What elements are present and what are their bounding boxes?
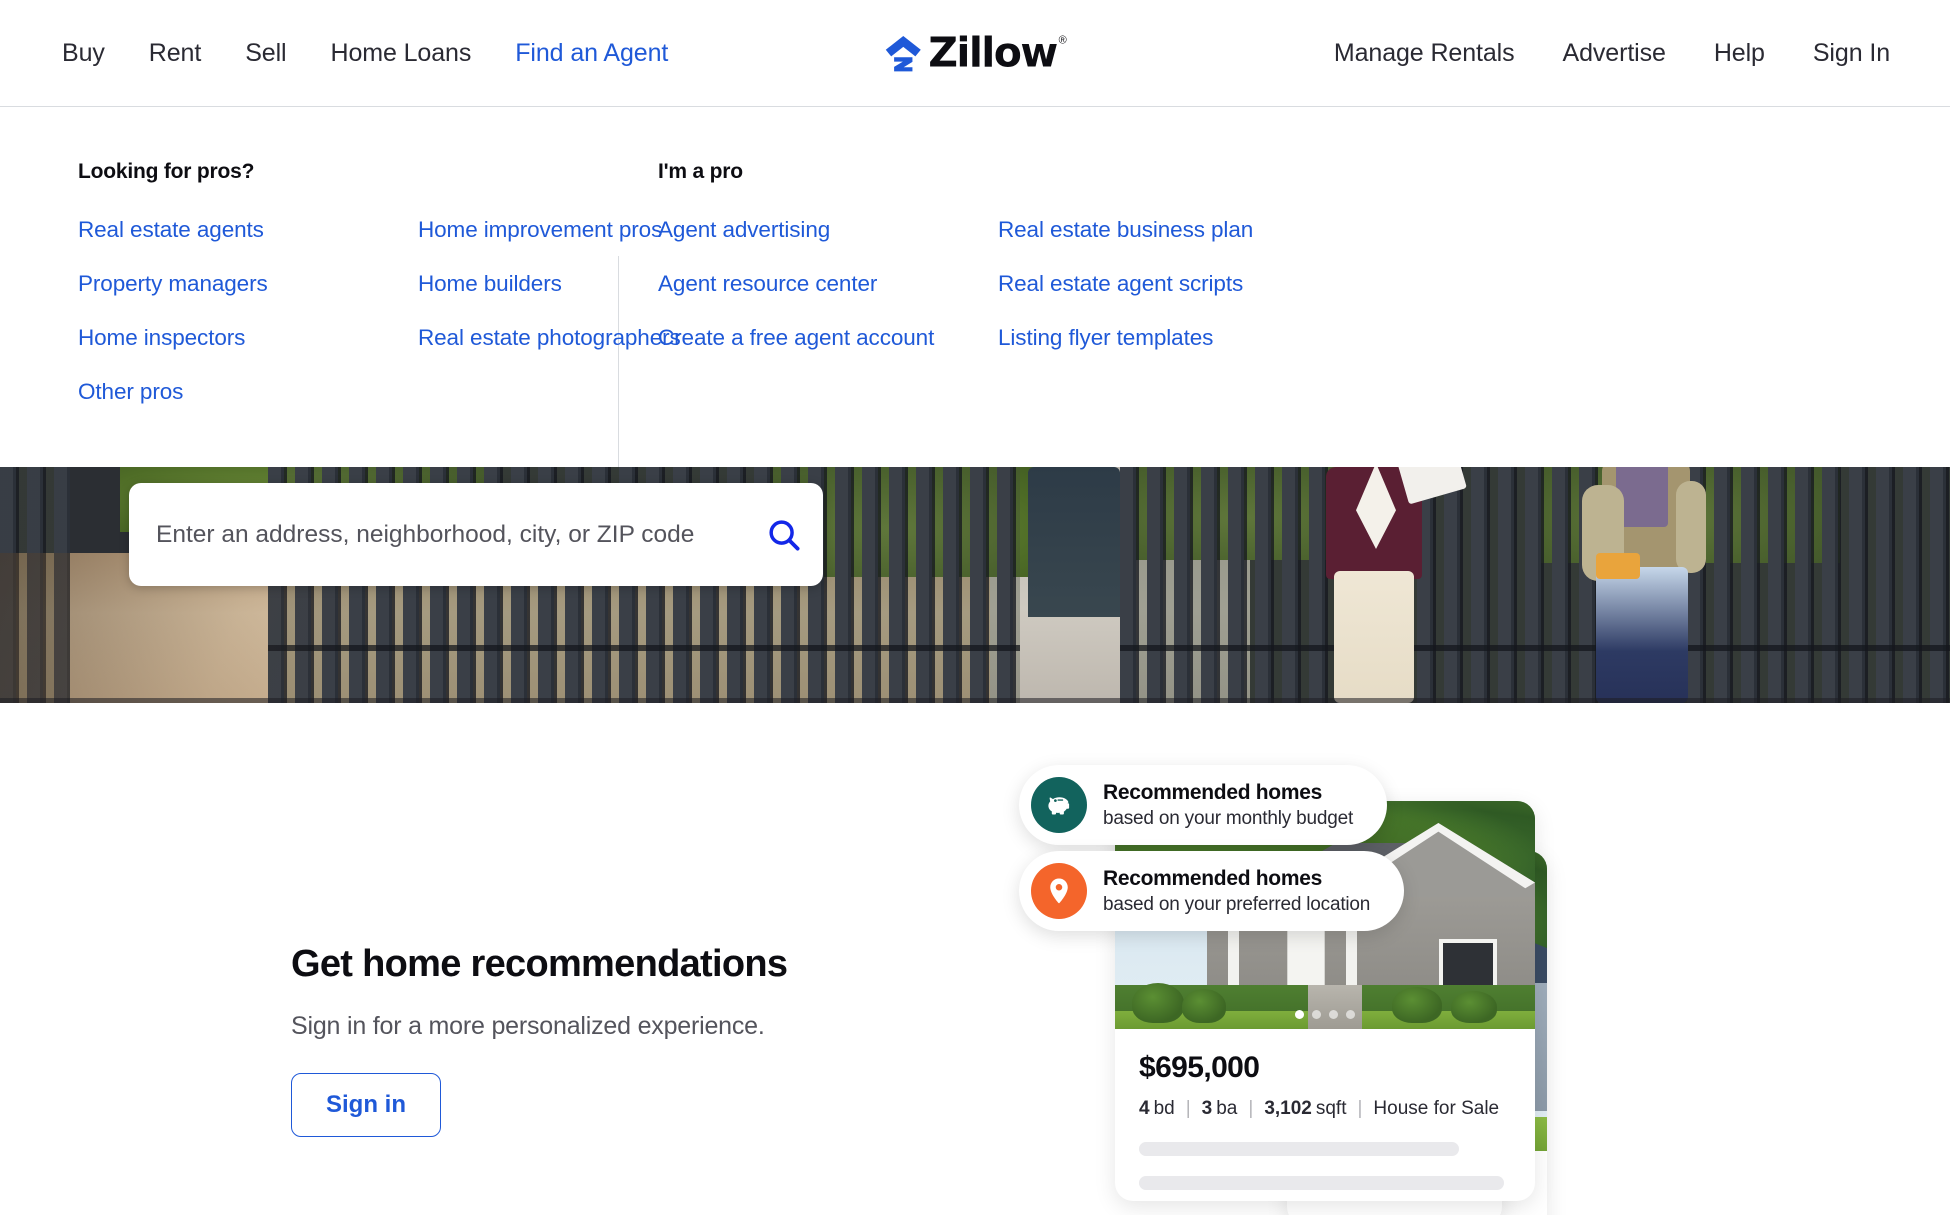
link-agent-resource-center[interactable]: Agent resource center — [658, 270, 974, 298]
megamenu-column-im-a-pro: I'm a pro Agent advertising Real estate … — [658, 160, 1253, 352]
pill-title: Recommended homes — [1103, 780, 1322, 804]
hero-person-left — [1320, 467, 1467, 703]
home-recommendations-section: Get home recommendations Sign in for a m… — [0, 703, 1950, 1215]
megamenu-column-looking-for-pros: Looking for pros? Real estate agents Hom… — [78, 160, 681, 407]
listing-sqft: 3,102 — [1264, 1098, 1312, 1119]
photo-carousel-dots[interactable] — [1295, 1010, 1355, 1019]
fact-separator: | — [1185, 1098, 1191, 1119]
listing-placeholder-line — [1139, 1142, 1459, 1156]
link-real-estate-business-plan[interactable]: Real estate business plan — [998, 216, 1253, 244]
listing-baths: 3 — [1201, 1098, 1213, 1119]
search-button[interactable] — [745, 483, 823, 586]
zillow-house-icon — [885, 35, 921, 71]
carousel-dot[interactable] — [1295, 1010, 1304, 1019]
listing-facts: 4 bd | 3 ba | 3,102 sqft | House for Sal… — [1139, 1098, 1511, 1120]
listing-status: House for Sale — [1373, 1098, 1500, 1119]
link-home-builders[interactable]: Home builders — [418, 270, 681, 298]
pill-text: Recommended homes based on your monthly … — [1103, 780, 1353, 831]
piggy-bank-icon — [1031, 777, 1087, 833]
recommendations-subtitle: Sign in for a more personalized experien… — [291, 1012, 765, 1040]
nav-item-find-an-agent[interactable]: Find an Agent — [515, 39, 668, 68]
site-header: Buy Rent Sell Home Loans Find an Agent Z… — [0, 0, 1950, 107]
recommendations-illustration: $695,000 4 bd | 3 ba | 3,102 sqft | Hous… — [1019, 753, 1875, 1215]
map-pin-icon — [1031, 863, 1087, 919]
listing-placeholder-line — [1139, 1176, 1504, 1190]
search-icon — [769, 519, 800, 551]
nav-item-buy[interactable]: Buy — [62, 39, 105, 68]
pill-subtitle: based on your preferred location — [1103, 893, 1371, 915]
listing-beds-unit: bd — [1153, 1098, 1175, 1119]
listing-baths-unit: ba — [1216, 1098, 1238, 1119]
listing-details: $695,000 4 bd | 3 ba | 3,102 sqft | Hous… — [1115, 1029, 1535, 1201]
registered-mark: ® — [1058, 34, 1067, 47]
carousel-dot[interactable] — [1346, 1010, 1355, 1019]
zillow-logo[interactable]: Zillow ® — [883, 28, 1067, 77]
nav-item-sign-in[interactable]: Sign In — [1813, 39, 1890, 68]
link-listing-flyer-templates[interactable]: Listing flyer templates — [998, 324, 1253, 352]
secondary-nav: Manage Rentals Advertise Help Sign In — [1334, 0, 1890, 107]
logo-wordmark: Zillow ® — [928, 28, 1067, 77]
link-real-estate-agent-scripts[interactable]: Real estate agent scripts — [998, 270, 1253, 298]
megamenu-links-looking-for-pros: Real estate agents Home improvement pros… — [78, 216, 681, 407]
pill-subtitle: based on your monthly budget — [1103, 807, 1354, 829]
link-real-estate-photographers[interactable]: Real estate photographers — [418, 324, 681, 352]
link-real-estate-agents[interactable]: Real estate agents — [78, 216, 394, 244]
link-create-a-free-agent-account[interactable]: Create a free agent account — [658, 324, 974, 352]
nav-item-home-loans[interactable]: Home Loans — [331, 39, 472, 68]
link-property-managers[interactable]: Property managers — [78, 270, 394, 298]
link-home-improvement-pros[interactable]: Home improvement pros — [418, 216, 681, 244]
nav-item-sell[interactable]: Sell — [245, 39, 286, 68]
recommendations-copy: Get home recommendations Sign in for a m… — [291, 943, 911, 1137]
megamenu-heading-im-a-pro: I'm a pro — [658, 160, 743, 183]
link-home-inspectors[interactable]: Home inspectors — [78, 324, 394, 352]
find-an-agent-megamenu: Looking for pros? Real estate agents Hom… — [0, 108, 1950, 540]
nav-item-advertise[interactable]: Advertise — [1563, 39, 1666, 68]
pill-text: Recommended homes based on your preferre… — [1103, 866, 1370, 917]
nav-item-manage-rentals[interactable]: Manage Rentals — [1334, 39, 1515, 68]
pill-title: Recommended homes — [1103, 866, 1322, 890]
link-agent-advertising[interactable]: Agent advertising — [658, 216, 974, 244]
hero-person-right — [1580, 467, 1706, 703]
recommendation-pill-budget: Recommended homes based on your monthly … — [1019, 765, 1388, 845]
megamenu-links-im-a-pro: Agent advertising Real estate business p… — [658, 216, 1253, 352]
sign-in-button[interactable]: Sign in — [291, 1073, 441, 1137]
fact-separator: | — [1248, 1098, 1254, 1119]
carousel-dot[interactable] — [1312, 1010, 1321, 1019]
listing-beds: 4 — [1139, 1098, 1150, 1119]
hero-search-box[interactable] — [129, 483, 823, 586]
recommendation-pill-location: Recommended homes based on your preferre… — [1019, 851, 1405, 931]
listing-price: $695,000 — [1139, 1051, 1260, 1084]
listing-sqft-unit: sqft — [1315, 1098, 1347, 1119]
recommendations-title: Get home recommendations — [291, 943, 788, 985]
nav-item-help[interactable]: Help — [1714, 39, 1765, 68]
megamenu-heading-looking-for-pros: Looking for pros? — [78, 160, 255, 183]
primary-nav: Buy Rent Sell Home Loans Find an Agent — [62, 0, 668, 107]
carousel-dot[interactable] — [1329, 1010, 1338, 1019]
zillow-homepage: Buy Rent Sell Home Loans Find an Agent Z… — [0, 0, 1950, 1215]
fact-separator: | — [1357, 1098, 1363, 1119]
search-input[interactable] — [156, 504, 745, 565]
link-other-pros[interactable]: Other pros — [78, 378, 394, 406]
nav-item-rent[interactable]: Rent — [149, 39, 202, 68]
